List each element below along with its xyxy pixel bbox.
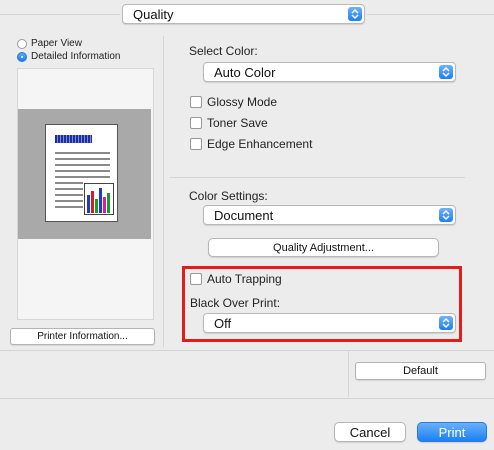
quality-adjustment-button[interactable]: Quality Adjustment... xyxy=(208,238,439,257)
default-button[interactable]: Default xyxy=(355,362,486,380)
default-divider xyxy=(348,351,349,397)
radio-detailed-information[interactable]: Detailed Information xyxy=(17,51,121,62)
top-divider-right xyxy=(367,14,494,15)
checkbox[interactable] xyxy=(190,96,202,108)
select-color-value: Auto Color xyxy=(214,65,276,80)
preview-text-line xyxy=(55,158,110,160)
printer-information-button[interactable]: Printer Information... xyxy=(10,328,155,345)
preview-text-line xyxy=(55,176,110,178)
chevron-updown-icon xyxy=(439,208,453,222)
preview-chart-graphic xyxy=(84,183,114,215)
bottom-divider xyxy=(0,350,494,351)
checkbox-label: Glossy Mode xyxy=(207,95,278,109)
cancel-button[interactable]: Cancel xyxy=(334,422,406,442)
select-color-label: Select Color: xyxy=(189,44,258,58)
preview-area xyxy=(18,109,151,239)
top-divider xyxy=(0,14,120,15)
color-settings-value: Document xyxy=(214,208,274,223)
chevron-updown-icon xyxy=(439,65,453,79)
preview-text-line xyxy=(55,182,83,184)
section-divider xyxy=(170,177,465,178)
panel-divider xyxy=(163,36,164,347)
chevron-updown-icon xyxy=(348,7,362,21)
glossy-mode-checkbox[interactable]: Glossy Mode xyxy=(190,95,277,109)
select-color-popup[interactable]: Auto Color xyxy=(203,62,456,82)
checkbox[interactable] xyxy=(190,138,202,150)
radio-label: Paper View xyxy=(31,38,82,49)
radio-paper-view[interactable]: Paper View xyxy=(17,38,82,49)
checkbox-label: Toner Save xyxy=(207,116,268,130)
radio-button[interactable] xyxy=(17,51,27,62)
panel-select[interactable]: Quality xyxy=(122,4,365,24)
edge-enhancement-checkbox[interactable]: Edge Enhancement xyxy=(190,137,312,151)
radio-button[interactable] xyxy=(17,38,27,49)
highlight-box xyxy=(182,266,462,342)
toner-save-checkbox[interactable]: Toner Save xyxy=(190,116,268,130)
color-settings-label: Color Settings: xyxy=(189,189,268,203)
panel-select-value: Quality xyxy=(133,7,174,22)
color-settings-popup[interactable]: Document xyxy=(203,205,456,225)
preview-text-line xyxy=(55,206,83,208)
preview-panel xyxy=(17,68,154,320)
page-preview-image xyxy=(45,124,118,222)
preview-text-line xyxy=(55,152,110,154)
footer-divider xyxy=(0,398,494,399)
preview-text-line xyxy=(55,194,83,196)
print-button[interactable]: Print xyxy=(417,422,487,442)
preview-text-line xyxy=(55,170,110,172)
radio-label: Detailed Information xyxy=(31,51,121,62)
checkbox-label: Edge Enhancement xyxy=(207,137,313,151)
checkbox[interactable] xyxy=(190,117,202,129)
preview-text-line xyxy=(55,188,83,190)
preview-title-graphic xyxy=(55,135,92,143)
preview-text-line xyxy=(55,164,110,166)
preview-text-line xyxy=(55,200,83,202)
